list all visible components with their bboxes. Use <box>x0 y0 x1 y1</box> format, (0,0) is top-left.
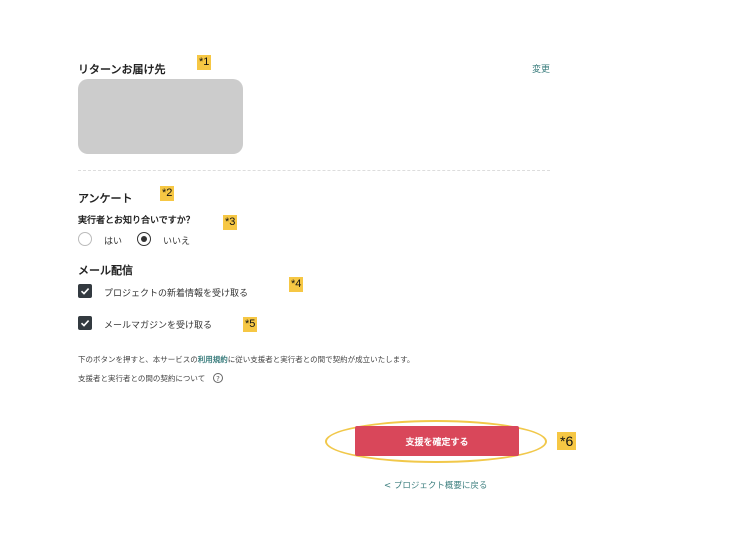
confirm-support-button[interactable]: 支援を確定する <box>355 426 519 456</box>
annotation-1: *1 <box>197 55 212 70</box>
survey-question: 実行者とお知り合いですか？ <box>78 216 195 226</box>
annotation-5: *5 <box>243 317 258 332</box>
radio-no-label: いいえ <box>163 237 191 247</box>
check-icon <box>80 288 90 295</box>
shipping-title: リターンお届け先 <box>78 63 166 76</box>
back-to-project-link[interactable]: < プロジェクト概要に戻る <box>384 479 487 491</box>
annotation-4: *4 <box>289 277 304 292</box>
checkbox-newsletter[interactable] <box>78 316 92 330</box>
change-address-link[interactable]: 変更 <box>532 62 550 75</box>
terms-prefix: 下のボタンを押すと、本サービスの <box>78 355 198 364</box>
check-icon <box>80 320 90 327</box>
mail-title: メール配信 <box>78 264 133 277</box>
terms-suffix: に従い支援者と実行者との間で契約が成立いたします。 <box>227 355 415 364</box>
address-placeholder <box>78 79 243 154</box>
survey-title: アンケート <box>78 192 133 205</box>
terms-text: 下のボタンを押すと、本サービスの利用規約に従い支援者と実行者との間で契約が成立い… <box>78 354 414 365</box>
terms-link[interactable]: 利用規約 <box>198 355 228 364</box>
checkbox-newsletter-label: メールマガジンを受け取る <box>104 321 213 331</box>
help-icon[interactable]: ? <box>213 373 223 383</box>
annotation-2: *2 <box>160 186 175 201</box>
annotation-3: *3 <box>223 215 238 230</box>
radio-yes[interactable] <box>78 232 92 246</box>
radio-yes-label: はい <box>104 237 123 247</box>
radio-no[interactable] <box>137 232 151 246</box>
checkbox-project-updates-label: プロジェクトの新着情報を受け取る <box>104 289 249 299</box>
contract-info-text: 支援者と実行者との間の契約について <box>78 374 206 383</box>
annotation-6: *6 <box>557 432 577 450</box>
section-divider <box>78 170 550 171</box>
checkbox-project-updates[interactable] <box>78 284 92 298</box>
